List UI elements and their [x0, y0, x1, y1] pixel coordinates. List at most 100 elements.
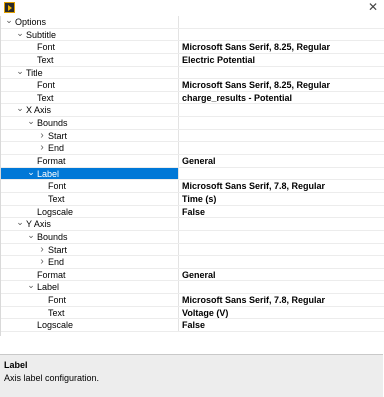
- property-name-cell[interactable]: Font: [1, 41, 178, 53]
- property-row[interactable]: Font Microsoft Sans Serif, 8.25, Regular: [1, 41, 384, 54]
- property-name-cell[interactable]: Font: [1, 79, 178, 91]
- property-name-cell[interactable]: Font: [1, 294, 178, 306]
- property-row[interactable]: › End: [1, 256, 384, 269]
- property-label: Start: [48, 130, 68, 141]
- property-value-cell[interactable]: [178, 28, 384, 41]
- property-row[interactable]: Format General: [1, 268, 384, 282]
- property-value-cell[interactable]: Microsoft Sans Serif, 7.8, Regular: [178, 180, 384, 192]
- property-row[interactable]: › End: [1, 142, 384, 156]
- property-name-cell[interactable]: ⌄ Subtitle: [1, 28, 178, 41]
- property-row[interactable]: Logscale False: [1, 205, 384, 219]
- property-name-cell[interactable]: Logscale: [1, 206, 178, 218]
- property-name-cell[interactable]: Text: [1, 54, 178, 66]
- property-name-cell[interactable]: ⌄ Label: [1, 167, 178, 180]
- property-label: Text: [37, 54, 54, 65]
- property-row[interactable]: ⌄ X Axis: [1, 104, 384, 118]
- property-value-cell[interactable]: [178, 16, 384, 28]
- property-row[interactable]: ⌄ Y Axis: [1, 218, 384, 231]
- property-row[interactable]: Logscale False: [1, 319, 384, 333]
- property-name-cell[interactable]: ⌄ Bounds: [1, 117, 178, 129]
- property-name-cell[interactable]: ⌄ X Axis: [1, 104, 178, 116]
- property-name-cell[interactable]: Logscale: [1, 319, 178, 331]
- property-name-cell[interactable]: Format: [1, 269, 178, 281]
- property-label: Label: [37, 282, 60, 293]
- chevron-down-icon[interactable]: ⌄: [26, 117, 36, 126]
- property-value-cell[interactable]: Microsoft Sans Serif, 8.25, Regular: [178, 79, 384, 91]
- property-row[interactable]: ⌄ Label: [1, 281, 384, 295]
- property-label: Font: [37, 80, 56, 91]
- property-name-cell[interactable]: › Start: [1, 130, 178, 142]
- property-name-cell[interactable]: ⌄ Title: [1, 66, 178, 79]
- property-name-cell[interactable]: ⌄ Bounds: [1, 230, 178, 243]
- property-value-cell[interactable]: Time (s): [178, 192, 384, 205]
- property-value-cell[interactable]: Voltage (V): [178, 306, 384, 319]
- chevron-down-icon[interactable]: ⌄: [4, 16, 14, 25]
- property-name-cell[interactable]: Text: [1, 307, 178, 319]
- property-value-cell[interactable]: [178, 104, 384, 117]
- property-value-cell[interactable]: [178, 167, 384, 180]
- property-label: Options: [15, 17, 47, 27]
- chevron-down-icon[interactable]: ⌄: [15, 28, 25, 38]
- app-icon: [4, 2, 15, 13]
- property-name-cell[interactable]: ⌄ Label: [1, 281, 178, 293]
- property-name-cell[interactable]: › End: [1, 256, 178, 268]
- property-name-cell[interactable]: Text: [1, 193, 178, 205]
- property-value-cell[interactable]: [178, 142, 384, 155]
- property-row[interactable]: › Start: [1, 243, 384, 257]
- property-value-cell[interactable]: [178, 243, 384, 256]
- chevron-down-icon[interactable]: ⌄: [26, 281, 36, 290]
- property-row[interactable]: ⌄ Options: [1, 16, 384, 29]
- property-row[interactable]: Font Microsoft Sans Serif, 8.25, Regular: [1, 79, 384, 92]
- property-value-cell[interactable]: Microsoft Sans Serif, 8.25, Regular: [178, 41, 384, 53]
- property-value-cell[interactable]: charge_results - Potential: [178, 91, 384, 104]
- property-row[interactable]: ⌄ Bounds: [1, 230, 384, 244]
- property-row[interactable]: Text Voltage (V): [1, 306, 384, 320]
- property-value-cell[interactable]: [178, 230, 384, 243]
- property-label: Logscale: [37, 206, 74, 217]
- property-name-cell[interactable]: Text: [1, 92, 178, 104]
- chevron-down-icon[interactable]: ⌄: [15, 104, 25, 113]
- chevron-down-icon[interactable]: ⌄: [26, 230, 36, 240]
- property-value-cell[interactable]: Microsoft Sans Serif, 7.8, Regular: [178, 294, 384, 306]
- property-row[interactable]: Text charge_results - Potential: [1, 91, 384, 105]
- property-value-cell[interactable]: [178, 129, 384, 142]
- property-value-cell[interactable]: [178, 117, 384, 129]
- chevron-right-icon[interactable]: ›: [37, 256, 47, 268]
- property-value-cell[interactable]: General: [178, 155, 384, 167]
- property-row[interactable]: Font Microsoft Sans Serif, 7.8, Regular: [1, 294, 384, 307]
- property-name-cell[interactable]: ⌄ Y Axis: [1, 218, 178, 230]
- chevron-right-icon[interactable]: ›: [37, 130, 47, 142]
- property-name-cell[interactable]: › Start: [1, 244, 178, 256]
- property-name-cell[interactable]: ⌄ Options: [1, 16, 178, 28]
- close-button[interactable]: ✕: [366, 0, 380, 15]
- property-value-cell[interactable]: General: [178, 268, 384, 281]
- property-value-cell[interactable]: [178, 281, 384, 294]
- property-label: Label: [37, 168, 60, 179]
- property-row[interactable]: Format General: [1, 155, 384, 168]
- property-value-cell[interactable]: Electric Potential: [178, 53, 384, 66]
- description-title: Label: [4, 360, 28, 370]
- chevron-down-icon[interactable]: ⌄: [15, 218, 25, 227]
- property-name-cell[interactable]: › End: [1, 142, 178, 154]
- property-value-cell[interactable]: [178, 218, 384, 230]
- property-name-cell[interactable]: Font: [1, 180, 178, 192]
- property-row[interactable]: › Start: [1, 129, 384, 143]
- property-row[interactable]: ⌄ Title: [1, 66, 384, 80]
- property-label: Start: [48, 244, 68, 255]
- chevron-right-icon[interactable]: ›: [37, 142, 47, 154]
- property-row[interactable]: ⌄ Label: [1, 167, 384, 181]
- chevron-right-icon[interactable]: ›: [37, 244, 47, 256]
- chevron-down-icon[interactable]: ⌄: [26, 167, 36, 177]
- chevron-down-icon[interactable]: ⌄: [15, 66, 25, 76]
- property-value-cell[interactable]: [178, 256, 384, 268]
- property-value-cell[interactable]: False: [178, 319, 384, 332]
- property-row[interactable]: ⌄ Subtitle: [1, 28, 384, 42]
- property-row[interactable]: Text Time (s): [1, 192, 384, 206]
- property-label: Format: [37, 156, 66, 167]
- property-row[interactable]: ⌄ Bounds: [1, 117, 384, 130]
- property-value-cell[interactable]: [178, 66, 384, 79]
- property-value-cell[interactable]: False: [178, 205, 384, 218]
- property-row[interactable]: Text Electric Potential: [1, 53, 384, 67]
- property-row[interactable]: Font Microsoft Sans Serif, 7.8, Regular: [1, 180, 384, 193]
- property-name-cell[interactable]: Format: [1, 155, 178, 167]
